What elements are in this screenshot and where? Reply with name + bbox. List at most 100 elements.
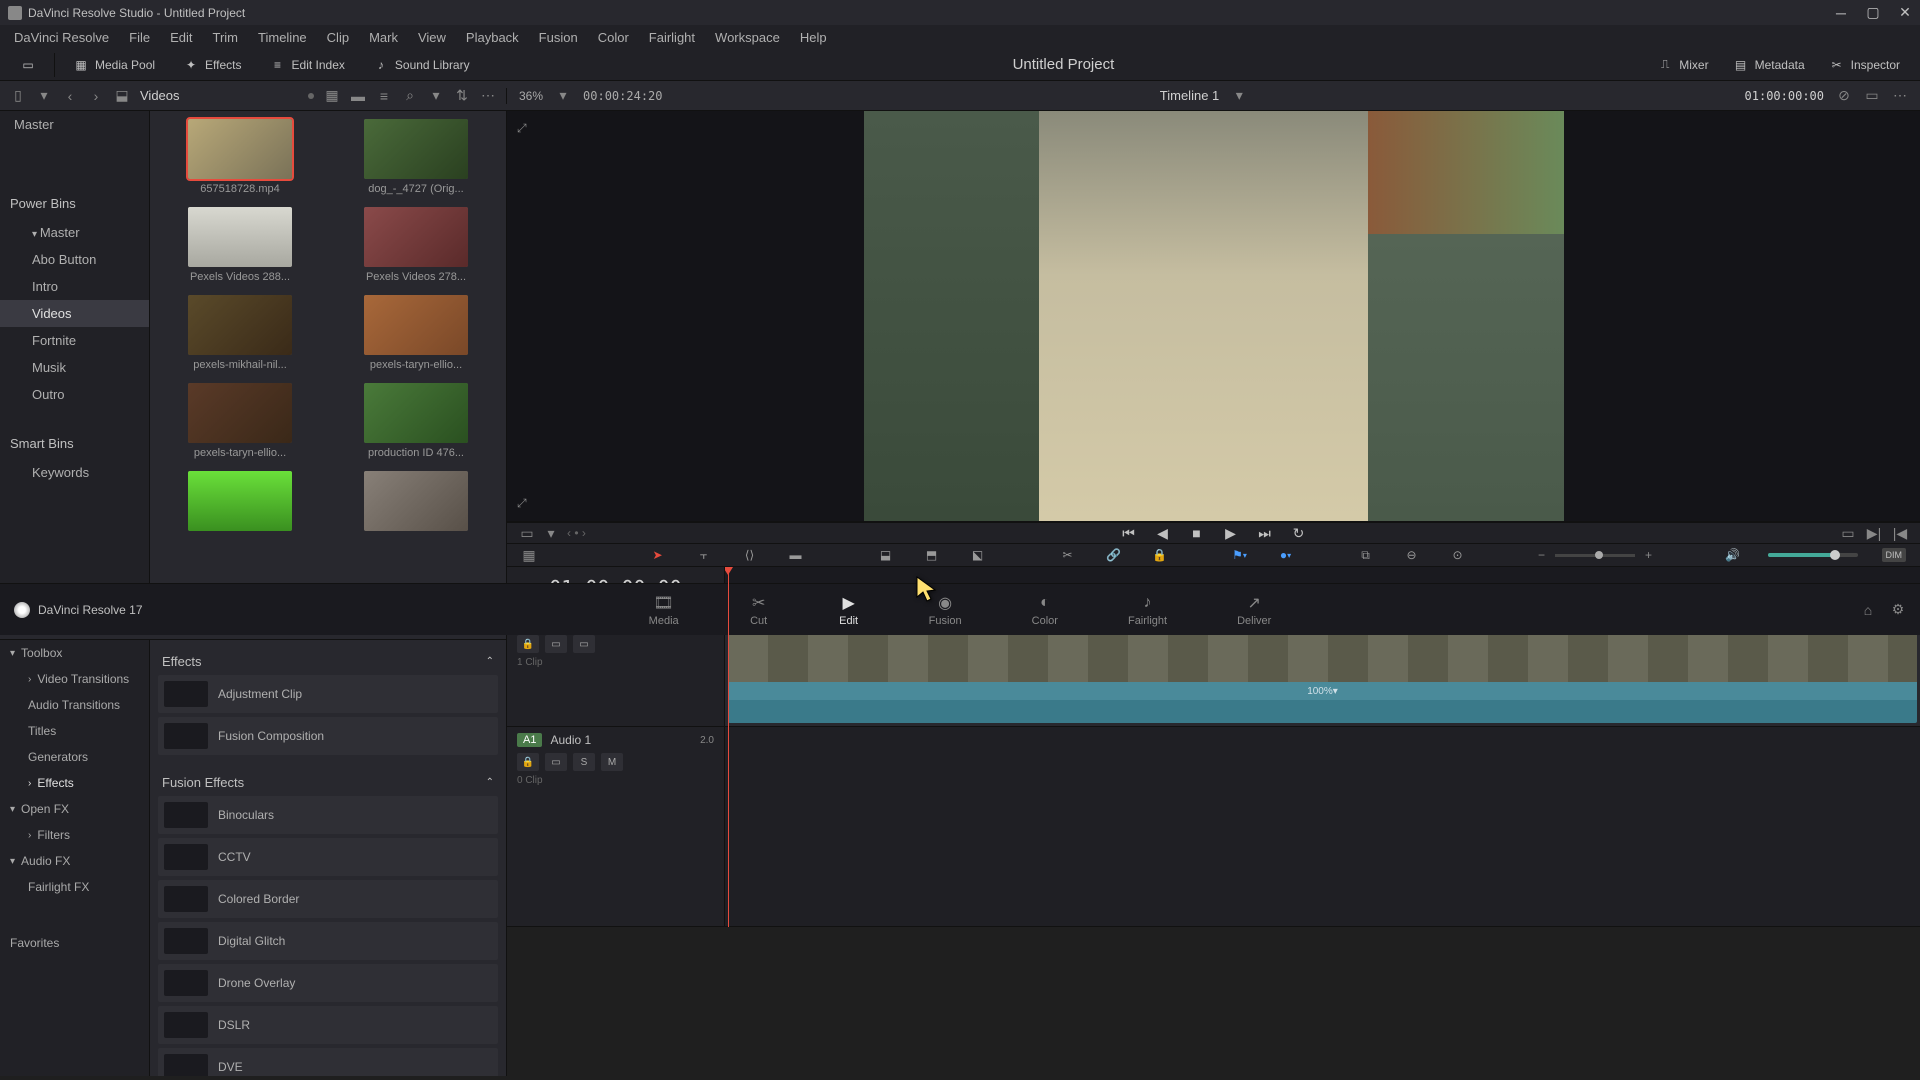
- audio-track[interactable]: [725, 727, 1920, 927]
- bin-master[interactable]: Master: [0, 111, 149, 138]
- track-enable-button[interactable]: ▭: [573, 635, 595, 653]
- favorites-header[interactable]: Favorites: [0, 930, 149, 956]
- sort-icon[interactable]: ⇅: [454, 88, 470, 104]
- viewer-zoom[interactable]: 36%: [519, 89, 543, 103]
- bin-item[interactable]: Intro: [0, 273, 149, 300]
- trim-tool[interactable]: ⫟: [693, 544, 715, 566]
- clip-thumbnail[interactable]: 657518728.mp4: [158, 119, 322, 195]
- fx-category[interactable]: Fairlight FX: [0, 874, 149, 900]
- next-frame-button[interactable]: ⏭: [1255, 523, 1275, 543]
- import-icon[interactable]: ⬓: [114, 88, 130, 104]
- replace-tool[interactable]: ⬕: [967, 544, 989, 566]
- menu-color[interactable]: Color: [588, 26, 639, 49]
- match-frame-icon[interactable]: ▭: [519, 525, 535, 541]
- menu-fusion[interactable]: Fusion: [529, 26, 588, 49]
- effect-item[interactable]: Binoculars: [158, 796, 498, 834]
- effect-item[interactable]: Adjustment Clip: [158, 675, 498, 713]
- toolbox-header[interactable]: ▾Toolbox: [0, 640, 149, 666]
- media-pool-button[interactable]: ▦Media Pool: [63, 53, 165, 77]
- effects-button[interactable]: ✦Effects: [173, 53, 251, 77]
- zoom-fit-tool[interactable]: ⊙: [1447, 544, 1469, 566]
- menu-davinci[interactable]: DaVinci Resolve: [4, 26, 119, 49]
- edit-index-button[interactable]: ≡Edit Index: [260, 53, 355, 77]
- fx-category[interactable]: Audio Transitions: [0, 692, 149, 718]
- fx-category[interactable]: ›Video Transitions: [0, 666, 149, 692]
- menu-file[interactable]: File: [119, 26, 160, 49]
- lock-tool[interactable]: 🔒: [1149, 544, 1171, 566]
- fx-category-effects[interactable]: ›Effects: [0, 770, 149, 796]
- nav-back-icon[interactable]: ‹: [62, 88, 78, 104]
- clip-thumbnail[interactable]: pexels-taryn-ellio...: [334, 295, 498, 371]
- go-start-icon[interactable]: |◀: [1892, 525, 1908, 541]
- stop-button[interactable]: ■: [1187, 523, 1207, 543]
- dim-button[interactable]: DIM: [1882, 548, 1907, 562]
- effect-item[interactable]: Drone Overlay: [158, 964, 498, 1002]
- blade-tool[interactable]: ▬: [785, 544, 807, 566]
- menu-timeline[interactable]: Timeline: [248, 26, 317, 49]
- timeline-view-icon[interactable]: ▦: [521, 547, 537, 563]
- collapse-icon[interactable]: ⌃: [486, 777, 494, 788]
- menu-workspace[interactable]: Workspace: [705, 26, 790, 49]
- chevron-down-icon[interactable]: ▾: [36, 88, 52, 104]
- dual-view-icon[interactable]: ▭: [1864, 88, 1880, 104]
- power-bins-header[interactable]: Power Bins: [0, 188, 149, 219]
- bin-item[interactable]: Outro: [0, 381, 149, 408]
- metadata-button[interactable]: ▤Metadata: [1723, 53, 1815, 77]
- fx-category[interactable]: Generators: [0, 744, 149, 770]
- menu-fairlight[interactable]: Fairlight: [639, 26, 705, 49]
- bin-item[interactable]: Abo Button: [0, 246, 149, 273]
- strip-view-icon[interactable]: ▬: [350, 88, 366, 104]
- more-icon[interactable]: ⋯: [1892, 88, 1908, 104]
- smart-bins-header[interactable]: Smart Bins: [0, 428, 149, 459]
- bin-item[interactable]: Fortnite: [0, 327, 149, 354]
- fx-category[interactable]: Titles: [0, 718, 149, 744]
- workspace-tab-deliver[interactable]: ↗Deliver: [1237, 593, 1271, 627]
- overwrite-tool[interactable]: ⬒: [921, 544, 943, 566]
- effect-item[interactable]: Digital Glitch: [158, 922, 498, 960]
- clip-thumbnail[interactable]: pexels-taryn-ellio...: [158, 383, 322, 459]
- list-view-icon[interactable]: ≡: [376, 88, 392, 104]
- nav-fwd-icon[interactable]: ›: [88, 88, 104, 104]
- clip-thumbnail[interactable]: production ID 476...: [334, 383, 498, 459]
- track-auto-button[interactable]: ▭: [545, 753, 567, 771]
- menu-trim[interactable]: Trim: [203, 26, 249, 49]
- maximize-button[interactable]: ▢: [1866, 6, 1880, 20]
- first-frame-button[interactable]: ⏮: [1119, 523, 1139, 543]
- workspace-tab-fusion[interactable]: ◉Fusion: [929, 593, 962, 627]
- selection-tool[interactable]: ➤: [647, 544, 669, 566]
- track-lock-button[interactable]: 🔒: [517, 753, 539, 771]
- solo-button[interactable]: S: [573, 753, 595, 771]
- snap-tool[interactable]: ⧉: [1355, 544, 1377, 566]
- fx-category[interactable]: ›Filters: [0, 822, 149, 848]
- go-end-icon[interactable]: ▶|: [1866, 525, 1882, 541]
- openfx-header[interactable]: ▾Open FX: [0, 796, 149, 822]
- clip-thumbnail[interactable]: [334, 471, 498, 535]
- bin-item[interactable]: Keywords: [0, 459, 149, 486]
- play-button[interactable]: ▶: [1221, 523, 1241, 543]
- dynamic-trim-tool[interactable]: ⟨⟩: [739, 544, 761, 566]
- playhead[interactable]: [728, 567, 729, 927]
- workspace-tab-cut[interactable]: ✂Cut: [749, 593, 769, 627]
- insert-tool[interactable]: ⬓: [875, 544, 897, 566]
- razor-tool[interactable]: ✂: [1057, 544, 1079, 566]
- track-lock-button[interactable]: 🔒: [517, 635, 539, 653]
- expand-icon[interactable]: ⤢: [517, 496, 527, 511]
- effect-item[interactable]: DVE: [158, 1048, 498, 1076]
- bin-item-videos[interactable]: Videos: [0, 300, 149, 327]
- chevron-down-icon[interactable]: ▾: [428, 88, 444, 104]
- menu-mark[interactable]: Mark: [359, 26, 408, 49]
- track-auto-button[interactable]: ▭: [545, 635, 567, 653]
- audio-track-header[interactable]: A1 Audio 1 2.0 🔒 ▭ S M 0 Clip: [507, 727, 724, 927]
- workspace-tab-media[interactable]: 🎞Media: [649, 593, 679, 627]
- chevron-down-icon[interactable]: ▾: [1231, 88, 1247, 104]
- mixer-button[interactable]: ⎍Mixer: [1647, 53, 1718, 77]
- collapse-icon[interactable]: ⌃: [486, 656, 494, 667]
- mute-button[interactable]: M: [601, 753, 623, 771]
- search-icon[interactable]: ⌕: [402, 88, 418, 104]
- prev-frame-button[interactable]: ◀: [1153, 523, 1173, 543]
- viewer-canvas-container[interactable]: ⤢ ⤢: [507, 111, 1920, 521]
- bin-item[interactable]: ▾ Master: [0, 219, 149, 246]
- link-tool[interactable]: 🔗: [1103, 544, 1125, 566]
- effect-item[interactable]: DSLR: [158, 1006, 498, 1044]
- loop-button[interactable]: ↻: [1289, 523, 1309, 543]
